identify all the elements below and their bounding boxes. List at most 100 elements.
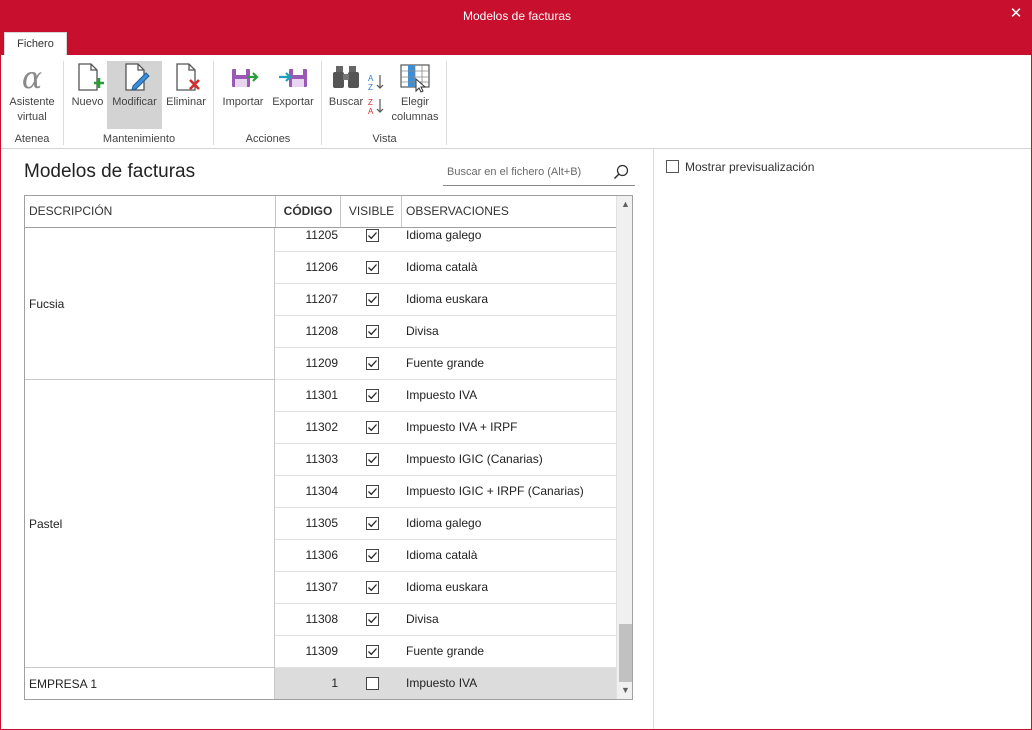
search-box: [443, 159, 635, 186]
close-icon[interactable]: ✕: [1005, 3, 1027, 25]
table-row[interactable]: 11303 Impuesto IGIC (Canarias): [275, 444, 616, 476]
panel-divider: [653, 149, 654, 729]
table-row[interactable]: 11306 Idioma català: [275, 540, 616, 572]
modificar-button[interactable]: Modificar: [107, 61, 162, 129]
visible-checkbox[interactable]: [366, 229, 379, 242]
scrollbar-thumb[interactable]: [619, 624, 632, 682]
observaciones-cell: Idioma galego: [406, 516, 482, 530]
visible-checkbox[interactable]: [366, 581, 379, 594]
visible-checkbox[interactable]: [366, 645, 379, 658]
svg-text:A: A: [368, 107, 374, 115]
sort-descending-icon[interactable]: Z A: [367, 97, 385, 115]
codigo-cell: 11301: [305, 388, 338, 402]
observaciones-cell: Impuesto IVA + IRPF: [406, 420, 518, 434]
visible-checkbox[interactable]: [366, 293, 379, 306]
check-icon: [368, 488, 377, 496]
table-row[interactable]: 11206 Idioma català: [275, 252, 616, 284]
scroll-down-icon[interactable]: ▼: [617, 682, 632, 699]
group-separator: [446, 61, 447, 145]
table-row[interactable]: 11308 Divisa: [275, 604, 616, 636]
visible-checkbox[interactable]: [366, 261, 379, 274]
ribbon-tab-strip: Fichero: [1, 32, 1031, 55]
table-row[interactable]: 11307 Idioma euskara: [275, 572, 616, 604]
table-row[interactable]: 11309 Fuente grande: [275, 636, 616, 668]
visible-checkbox[interactable]: [366, 613, 379, 626]
asistente-label-line2: virtual: [17, 111, 47, 123]
exportar-button[interactable]: Exportar: [269, 61, 317, 129]
visible-checkbox[interactable]: [366, 677, 379, 690]
table-row[interactable]: 1 Impuesto IVA: [275, 668, 616, 699]
check-icon: [368, 232, 377, 240]
codigo-cell: 11209: [305, 356, 338, 370]
table-row[interactable]: 11304 Impuesto IGIC + IRPF (Canarias): [275, 476, 616, 508]
visible-checkbox[interactable]: [366, 549, 379, 562]
visible-checkbox[interactable]: [366, 453, 379, 466]
group-cell-fucsia[interactable]: Fucsia: [25, 228, 275, 380]
group-cell-pastel[interactable]: Pastel: [25, 380, 275, 668]
codigo-cell: 11205: [305, 228, 338, 242]
buscar-label: Buscar: [328, 96, 364, 108]
eliminar-label: Eliminar: [166, 96, 206, 108]
table-row[interactable]: 11301 Impuesto IVA: [275, 380, 616, 412]
table-row[interactable]: 11207 Idioma euskara: [275, 284, 616, 316]
table-row[interactable]: 11209 Fuente grande: [275, 348, 616, 380]
svg-text:A: A: [368, 74, 374, 83]
codigo-cell: 1: [331, 676, 338, 690]
sort-ascending-icon[interactable]: A Z: [367, 73, 385, 91]
visible-checkbox[interactable]: [366, 389, 379, 402]
codigo-cell: 11306: [305, 548, 338, 562]
search-input[interactable]: [447, 163, 607, 181]
codigo-cell: 11305: [305, 516, 338, 530]
check-icon: [368, 360, 377, 368]
visible-checkbox[interactable]: [366, 485, 379, 498]
codigo-cell: 11308: [305, 612, 338, 626]
preview-toggle[interactable]: Mostrar previsualización: [666, 160, 814, 174]
preview-checkbox[interactable]: [666, 160, 679, 173]
asistente-virtual-button[interactable]: α Asistente virtual: [6, 61, 58, 129]
vertical-scrollbar[interactable]: ▲ ▼: [616, 196, 632, 699]
check-icon: [368, 520, 377, 528]
importar-button[interactable]: Importar: [219, 61, 267, 129]
export-icon: [279, 69, 307, 87]
observaciones-cell: Impuesto IVA: [406, 388, 478, 402]
observaciones-cell: Divisa: [406, 612, 439, 626]
table-row[interactable]: 11305 Idioma galego: [275, 508, 616, 540]
scroll-up-icon[interactable]: ▲: [617, 196, 632, 213]
check-icon: [368, 424, 377, 432]
group-mantenimiento-label: Mantenimiento: [102, 133, 176, 145]
edit-document-icon: [124, 63, 150, 91]
column-header-descripcion[interactable]: DESCRIPCIÓN: [29, 196, 274, 227]
observaciones-cell: Fuente grande: [406, 644, 485, 658]
table-row[interactable]: 11302 Impuesto IVA + IRPF: [275, 412, 616, 444]
group-acciones-label: Acciones: [245, 133, 291, 145]
app-window: Modelos de facturas ✕ Fichero α Asistent…: [0, 0, 1032, 730]
group-cell-empresa-1[interactable]: EMPRESA 1: [25, 668, 275, 699]
check-icon: [368, 328, 377, 336]
table-row[interactable]: 11208 Divisa: [275, 316, 616, 348]
group-atenea-label: Atenea: [14, 133, 50, 145]
observaciones-cell: Idioma català: [406, 260, 478, 274]
svg-text:α: α: [22, 61, 42, 93]
visible-checkbox[interactable]: [366, 421, 379, 434]
eliminar-button[interactable]: Eliminar: [164, 61, 208, 129]
observaciones-cell: Idioma català: [406, 548, 478, 562]
elegir-label-line2: columnas: [391, 111, 439, 123]
group-label: Fucsia: [29, 297, 65, 311]
search-icon[interactable]: [613, 164, 629, 180]
check-icon: [368, 264, 377, 272]
columns-icon: [400, 64, 430, 93]
observaciones-cell: Divisa: [406, 324, 439, 338]
buscar-button[interactable]: Buscar: [327, 61, 365, 129]
visible-checkbox[interactable]: [366, 357, 379, 370]
visible-checkbox[interactable]: [366, 517, 379, 530]
alpha-icon: α: [22, 61, 42, 93]
nuevo-button[interactable]: Nuevo: [69, 61, 106, 129]
elegir-columnas-button[interactable]: Elegir columnas: [388, 61, 442, 129]
group-label: Pastel: [29, 517, 63, 531]
codigo-cell: 11309: [305, 644, 338, 658]
importar-label: Importar: [222, 96, 264, 108]
visible-checkbox[interactable]: [366, 325, 379, 338]
tab-fichero[interactable]: Fichero: [4, 32, 67, 55]
window-title: Modelos de facturas: [462, 9, 572, 23]
table-row[interactable]: 11205 Idioma galego: [275, 220, 616, 252]
